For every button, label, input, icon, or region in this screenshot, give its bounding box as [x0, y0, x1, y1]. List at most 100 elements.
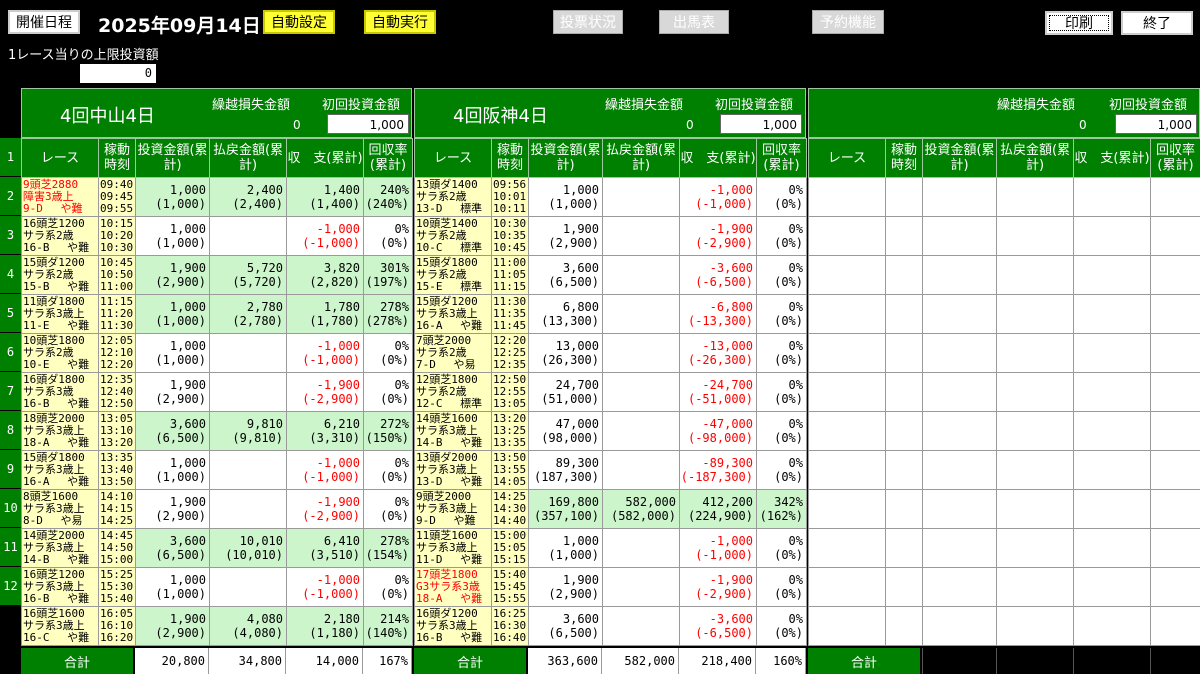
run-times: 11:00 11:05 11:15	[491, 255, 529, 295]
empty-cell	[996, 606, 1074, 646]
race-info[interactable]: 14頭芝2000 サラ系3歳上 14-B や難	[21, 528, 99, 568]
col-balance-header: 収 支(累計)	[1073, 138, 1151, 178]
table-row[interactable]: 11頭芝1600 サラ系3歳上 11-D や難 15:00 15:05 15:15 1,…	[414, 528, 807, 568]
run-times: 15:00 15:05 15:15	[491, 528, 529, 568]
table-row[interactable]: 16頭芝1200 サラ系2歳 16-B や難 10:15 10:20 10:30 1,0…	[21, 216, 413, 256]
race-info[interactable]: 18頭芝2000 サラ系3歳上 18-A や難	[21, 411, 99, 451]
race-info[interactable]: 15頭ダ1200 サラ系2歳 15-B や難	[21, 255, 99, 295]
race-info[interactable]: 16頭芝1200 サラ系3歳上 16-B や難	[21, 567, 99, 607]
rate-cell: 240% (240%)	[363, 177, 413, 217]
run-times: 15:25 15:30 15:40	[98, 567, 136, 607]
table-row[interactable]: 15頭ダ1800 サラ系2歳 15-E 標準 11:00 11:05 11:15 3,6…	[414, 255, 807, 295]
col-race-header: レース	[414, 138, 492, 178]
race-info[interactable]: 7頭芝2000 サラ系2歳 7-D や易	[414, 333, 492, 373]
rate-cell: 278% (278%)	[363, 294, 413, 334]
table-row[interactable]: 10頭芝1800 サラ系2歳 10-E や難 12:05 12:10 12:20 1,0…	[21, 333, 413, 373]
exit-button[interactable]: 終了	[1121, 11, 1193, 35]
carry-loss-label: 繰越損失金額	[605, 98, 684, 113]
print-button[interactable]: 印刷	[1045, 11, 1113, 35]
reserve-button[interactable]: 予約機能	[812, 10, 884, 34]
race-info[interactable]: 10頭芝1400 サラ系2歳 10-C 標準	[414, 216, 492, 256]
table-row[interactable]: 16頭芝1600 サラ系3歳上 16-C や難 16:05 16:10 16:20 1,…	[21, 606, 413, 646]
first-invest-input[interactable]: 1,000	[720, 114, 802, 134]
rate-cell: 0% (0%)	[363, 567, 413, 607]
table-row[interactable]: 8頭芝1600 サラ系3歳上 8-D や易 14:10 14:15 14:25 1,90…	[21, 489, 413, 529]
table-row[interactable]: 16頭ダ1200 サラ系3歳上 16-B や難 16:25 16:30 16:40 3,…	[414, 606, 807, 646]
table-row[interactable]: 9頭芝2000 サラ系3歳上 9-D や難 14:25 14:30 14:40 169,…	[414, 489, 807, 529]
rate-cell: 272% (150%)	[363, 411, 413, 451]
table-row[interactable]: 11頭ダ1800 サラ系3歳上 11-E や難 11:15 11:20 11:30 1,…	[21, 294, 413, 334]
race-info[interactable]: 11頭芝1600 サラ系3歳上 11-D や難	[414, 528, 492, 568]
race-info[interactable]: 15頭ダ1800 サラ系2歳 15-E 標準	[414, 255, 492, 295]
table-row[interactable]: 14頭芝2000 サラ系3歳上 14-B や難 14:45 14:50 15:00 3,…	[21, 528, 413, 568]
balance-cell: -1,000 (-1,000)	[286, 567, 364, 607]
balance-cell: 1,400 (1,400)	[286, 177, 364, 217]
auto-setting-button[interactable]: 自動設定	[263, 10, 335, 34]
table-row	[808, 528, 1200, 568]
schedule-button[interactable]: 開催日程	[8, 10, 80, 34]
race-card-button[interactable]: 出馬表	[659, 10, 729, 34]
table-row[interactable]: 14頭芝1600 サラ系3歳上 14-B や難 13:20 13:25 13:35 47…	[414, 411, 807, 451]
table-row[interactable]: 13頭ダ1400 サラ系2歳 13-D 標準 09:56 10:01 10:11 1,0…	[414, 177, 807, 217]
race-info[interactable]: 16頭ダ1200 サラ系3歳上 16-B や難	[414, 606, 492, 646]
empty-cell	[1073, 489, 1151, 529]
race-info[interactable]: 13頭ダ1400 サラ系2歳 13-D 標準	[414, 177, 492, 217]
rate-cell: 0% (0%)	[756, 372, 807, 412]
race-info[interactable]: 16頭芝1600 サラ系3歳上 16-C や難	[21, 606, 99, 646]
total-label: 合計	[21, 648, 133, 674]
payout-cell	[602, 216, 680, 256]
vote-status-button[interactable]: 投票状況	[553, 10, 623, 34]
empty-cell	[808, 606, 886, 646]
table-row[interactable]: 16頭ダ1800 サラ系3歳 16-B や難 12:35 12:40 12:50 1,9…	[21, 372, 413, 412]
rate-cell: 0% (0%)	[756, 255, 807, 295]
race-info[interactable]: 15頭ダ1200 サラ系3歳上 16-A や難	[414, 294, 492, 334]
empty-cell	[808, 450, 886, 490]
table-row[interactable]: 7頭芝2000 サラ系2歳 7-D や易 12:20 12:25 12:35 13,00…	[414, 333, 807, 373]
balance-cell: -1,000 (-1,000)	[679, 528, 757, 568]
empty-cell	[922, 489, 997, 529]
total-row-nakayama: 合計 20,800 34,800 14,000 167%	[21, 648, 414, 674]
race-info[interactable]: 11頭ダ1800 サラ系3歳上 11-E や難	[21, 294, 99, 334]
total-rate: 167%	[363, 648, 412, 674]
invest-cell: 1,900 (2,900)	[135, 606, 210, 646]
empty-cell	[996, 411, 1074, 451]
rate-cell: 342% (162%)	[756, 489, 807, 529]
total-row-hanshin: 合計 363,600 582,000 218,400 160%	[414, 648, 808, 674]
table-row[interactable]: 15頭ダ1200 サラ系3歳上 16-A や難 11:30 11:35 11:45 6,…	[414, 294, 807, 334]
table-row[interactable]: 9頭芝2880 障害3歳上 9-D や難 09:40 09:45 09:55 1,000…	[21, 177, 413, 217]
balance-cell: -6,800 (-13,300)	[679, 294, 757, 334]
race-info[interactable]: 16頭ダ1800 サラ系3歳 16-B や難	[21, 372, 99, 412]
race-info[interactable]: 16頭芝1200 サラ系2歳 16-B や難	[21, 216, 99, 256]
first-invest-input[interactable]: 1,000	[327, 114, 409, 134]
table-row[interactable]: 15頭ダ1200 サラ系2歳 15-B や難 10:45 10:50 11:00 1,9…	[21, 255, 413, 295]
table-row[interactable]: 16頭芝1200 サラ系3歳上 16-B や難 15:25 15:30 15:40 1,…	[21, 567, 413, 607]
race-info[interactable]: 9頭芝2880 障害3歳上 9-D や難	[21, 177, 99, 217]
table-row[interactable]: 18頭芝2000 サラ系3歳上 18-A や難 13:05 13:10 13:20 3,…	[21, 411, 413, 451]
invest-cell: 3,600 (6,500)	[528, 606, 603, 646]
limit-input[interactable]: 0	[80, 64, 156, 83]
empty-cell	[808, 489, 886, 529]
race-info[interactable]: 10頭芝1800 サラ系2歳 10-E や難	[21, 333, 99, 373]
invest-cell: 1,000 (1,000)	[135, 216, 210, 256]
table-row[interactable]: 17頭芝1800 G3サラ系3歳 18-A や難 15:40 15:45 15:55 1…	[414, 567, 807, 607]
race-info[interactable]: 17頭芝1800 G3サラ系3歳 18-A や難	[414, 567, 492, 607]
race-info[interactable]: 12頭芝1800 サラ系2歳 12-C 標準	[414, 372, 492, 412]
first-invest-input[interactable]: 1,000	[1115, 114, 1197, 134]
race-info[interactable]: 15頭ダ1800 サラ系3歳上 16-A や難	[21, 450, 99, 490]
race-info[interactable]: 8頭芝1600 サラ系3歳上 8-D や易	[21, 489, 99, 529]
auto-run-button[interactable]: 自動実行	[364, 10, 436, 34]
table-row[interactable]: 12頭芝1800 サラ系2歳 12-C 標準 12:50 12:55 13:05 24,…	[414, 372, 807, 412]
payout-cell	[602, 294, 680, 334]
race-info[interactable]: 14頭芝1600 サラ系3歳上 14-B や難	[414, 411, 492, 451]
race-info[interactable]: 13頭ダ2000 サラ系3歳上 13-D や難	[414, 450, 492, 490]
table-row[interactable]: 15頭ダ1800 サラ系3歳上 16-A や難 13:35 13:40 13:50 1,…	[21, 450, 413, 490]
invest-cell: 24,700 (51,000)	[528, 372, 603, 412]
payout-cell	[602, 255, 680, 295]
rate-cell: 0% (0%)	[756, 450, 807, 490]
race-info[interactable]: 9頭芝2000 サラ系3歳上 9-D や難	[414, 489, 492, 529]
total-payout	[996, 648, 1073, 674]
table-row[interactable]: 13頭ダ2000 サラ系3歳上 13-D や難 13:50 13:55 14:05 89…	[414, 450, 807, 490]
empty-cell	[808, 255, 886, 295]
table-row[interactable]: 10頭芝1400 サラ系2歳 10-C 標準 10:30 10:35 10:45 1,9…	[414, 216, 807, 256]
empty-cell	[1150, 294, 1200, 334]
